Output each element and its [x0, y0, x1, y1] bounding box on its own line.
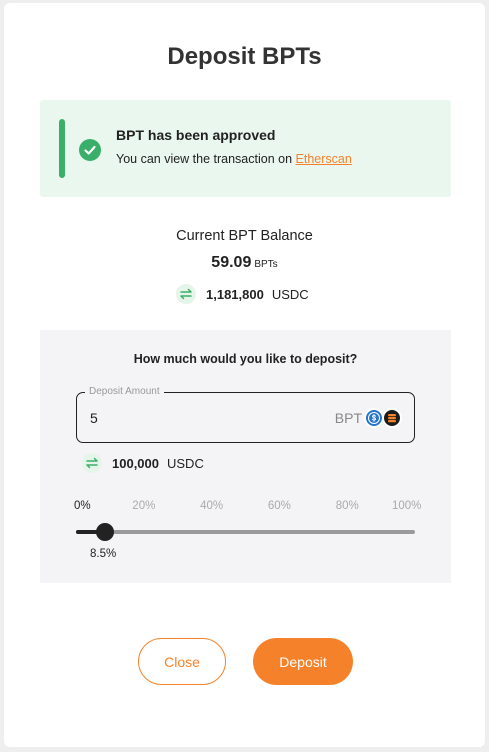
deposit-modal: Deposit BPTs BPT has been approved You c…	[4, 3, 485, 747]
deposit-question: How much would you like to deposit?	[133, 352, 358, 366]
deposit-converted-value: 100,000	[112, 455, 159, 471]
bpt-token-icon	[382, 408, 402, 428]
swap-arrows-icon	[82, 453, 102, 473]
balance-conversion-row: 1,181,800 USDC	[176, 284, 309, 304]
deposit-amount-label: Deposit Amount	[85, 386, 164, 398]
close-button[interactable]: Close	[138, 638, 226, 685]
alert-text-prefix: You can view the transaction on	[116, 152, 296, 166]
deposit-amount-input[interactable]: 5	[90, 410, 98, 426]
slider-marks: 0% 20% 40% 60% 80% 100%	[74, 500, 434, 516]
swap-arrows-icon	[176, 284, 196, 304]
check-circle-icon	[79, 139, 101, 161]
slider-mark: 100%	[392, 500, 422, 512]
slider-thumb[interactable]	[95, 523, 114, 541]
deposit-amount-field[interactable]: Deposit Amount 5 BPT	[76, 386, 415, 443]
slider-mark: 80%	[335, 500, 359, 512]
balance-unit: BPTs	[254, 259, 278, 270]
modal-title: Deposit BPTs	[167, 43, 322, 70]
deposit-panel: How much would you like to deposit? Depo…	[40, 330, 451, 583]
deposit-slider[interactable]	[76, 523, 415, 541]
usdc-token-icon	[364, 408, 384, 428]
slider-mark: 60%	[267, 500, 291, 512]
balance-label: Current BPT Balance	[176, 228, 313, 244]
balance-converted-value: 1,181,800	[206, 286, 264, 302]
etherscan-link[interactable]: Etherscan	[296, 152, 352, 166]
deposit-conversion-row: 100,000 USDC	[82, 453, 204, 473]
balance-value-row: 59.09 BPTs	[4, 254, 485, 272]
slider-value-label: 8.5%	[90, 548, 117, 560]
alert-text: You can view the transaction on Ethersca…	[116, 152, 352, 166]
slider-mark: 0%	[74, 500, 91, 512]
success-alert: BPT has been approved You can view the t…	[40, 100, 451, 197]
balance-value: 59.09	[211, 254, 252, 271]
slider-mark: 40%	[200, 500, 224, 512]
balance-converted-unit: USDC	[271, 286, 309, 302]
alert-accent-bar	[59, 119, 65, 178]
slider-mark: 20%	[132, 500, 156, 512]
alert-title: BPT has been approved	[116, 127, 276, 143]
deposit-converted-unit: USDC	[167, 455, 204, 471]
deposit-amount-unit: BPT	[334, 410, 362, 426]
deposit-button[interactable]: Deposit	[253, 638, 353, 685]
